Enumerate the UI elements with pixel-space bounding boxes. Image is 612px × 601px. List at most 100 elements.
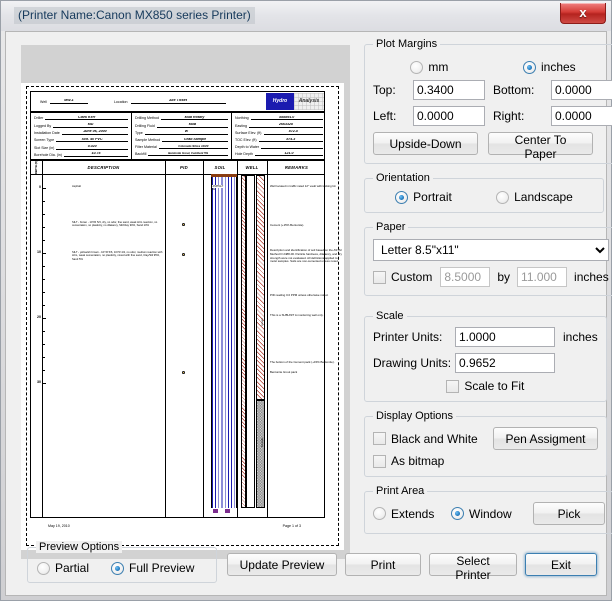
print-preview-pane[interactable]: Well MW-1 Location Ace Ticket Hydro Anal…: [15, 41, 356, 571]
bottom-margin-input[interactable]: [551, 80, 612, 100]
custom-paper-checkbox[interactable]: Custom: [373, 270, 432, 284]
top-margin-input[interactable]: [413, 80, 485, 100]
silt-layer: [211, 177, 237, 508]
info-field: Slot Size (in) 0.020: [34, 145, 128, 150]
print-button[interactable]: Print: [345, 553, 421, 576]
info-field: Northing 888891.0: [235, 116, 323, 121]
update-preview-button[interactable]: Update Preview: [227, 553, 337, 576]
checkbox-box: [373, 454, 386, 468]
label-drawing-units: Drawing Units:: [373, 356, 452, 370]
scale-group: Scale Printer Units: inches Drawing Unit…: [364, 310, 607, 402]
log-info-column-2: Drilling Method Mud Rotary Drilling Fluid…: [131, 113, 231, 161]
black-and-white-checkbox[interactable]: Black and White: [373, 432, 493, 446]
soil-label: ML: [212, 188, 216, 191]
soil-column-graphic: ASPHALT ML: [203, 174, 237, 517]
right-margin-input[interactable]: [551, 106, 612, 126]
checkbox-label: Scale to Fit: [464, 379, 525, 393]
radio-extends[interactable]: Extends: [373, 507, 451, 521]
remark-text: Description and identification of soil b…: [270, 248, 342, 264]
exit-button[interactable]: Exit: [525, 553, 597, 576]
settings-panel: Plot Margins mm inches Top: Bottom:: [364, 38, 612, 542]
plot-margins-group: Plot Margins mm inches Top: Bottom:: [364, 38, 612, 164]
label-printer-units: Printer Units:: [373, 330, 443, 344]
borehole-log-document: Well MW-1 Location Ace Ticket Hydro Anal…: [30, 91, 342, 539]
printer-units-input[interactable]: [455, 327, 555, 347]
radio-label: Window: [469, 506, 512, 521]
info-field: Sample Method Grab Sample: [135, 138, 228, 143]
custom-width-input[interactable]: [440, 267, 491, 287]
log-footer: May 19, 2010 Page 1 of 3: [30, 518, 325, 539]
radio-full-preview[interactable]: Full Preview: [111, 561, 194, 575]
radio-label: mm: [428, 60, 449, 74]
pick-button[interactable]: Pick: [533, 502, 605, 525]
orientation-legend: Orientation: [376, 172, 430, 184]
well-material-label: bentonite: [261, 437, 264, 447]
window-title: (Printer Name:Canon MX850 series Printer…: [14, 7, 255, 24]
label-right: Right:: [493, 109, 525, 123]
radio-unit-mm[interactable]: mm: [410, 60, 448, 74]
radio-dot: [496, 190, 510, 204]
radio-dot: [522, 60, 536, 74]
paper-size-select[interactable]: Letter 8.5"x11": [373, 239, 609, 261]
depth-label: 20: [37, 315, 41, 319]
display-options-legend: Display Options: [376, 410, 454, 422]
column-header-soil: SOIL: [214, 165, 226, 170]
display-options-group: Display Options Black and White Pen Assi…: [364, 410, 607, 477]
radio-dot: [451, 507, 464, 520]
center-to-paper-button[interactable]: Center To Paper: [488, 132, 593, 161]
radio-label: Partial: [55, 561, 90, 575]
log-info-box: Driller Clark Kerr Logged By MD Installati…: [30, 112, 325, 161]
well-construction-graphic: cement bentonite: [237, 174, 267, 517]
pid-reading-point: [182, 253, 185, 256]
pen-assignment-button[interactable]: Pen Assigment: [493, 427, 598, 450]
radio-window[interactable]: Window: [451, 507, 533, 521]
info-field: Borehole Dia. (in) 10.75: [34, 152, 128, 158]
info-field: Drilling Method Mud Rotary: [135, 116, 228, 121]
remark-text: This is a SUBUNIT A monitoring well only…: [270, 313, 324, 317]
radio-partial-preview[interactable]: Partial: [37, 561, 89, 575]
remark-text: Cement (+15% Bentonite).: [270, 223, 305, 227]
radio-landscape[interactable]: Landscape: [496, 190, 573, 204]
remark-text: Bentonite Grout pack: [270, 370, 298, 374]
checkbox-label: As bitmap: [391, 454, 445, 468]
log-table: DEPTH (ft) DESCRIPTION PID SOIL WELL REM…: [30, 160, 342, 518]
left-margin-input[interactable]: [413, 106, 485, 126]
preview-options-group: Preview Options Partial Full Preview: [27, 541, 217, 583]
drawing-units-input[interactable]: [455, 353, 555, 373]
company-logo: Hydro Analysis: [266, 92, 324, 110]
table-header-separator: [31, 174, 324, 175]
label-by: by: [497, 270, 511, 284]
as-bitmap-checkbox[interactable]: As bitmap: [373, 454, 444, 468]
radio-label: Extends: [391, 506, 435, 521]
column-header-pid: PID: [180, 165, 188, 170]
radio-dot: [395, 190, 409, 204]
column-header-description: DESCRIPTION: [87, 165, 120, 170]
radio-portrait[interactable]: Portrait: [395, 190, 452, 204]
close-icon[interactable]: x: [560, 3, 606, 24]
custom-height-input[interactable]: [517, 267, 568, 287]
radio-unit-inches[interactable]: inches: [522, 60, 576, 74]
info-field: Screen Type Sch. 40 PVC: [34, 138, 128, 143]
scale-to-fit-checkbox[interactable]: Scale to Fit: [446, 379, 524, 393]
info-field: Type W: [135, 130, 228, 135]
info-field: Logged By MD: [34, 123, 128, 128]
soil-sample-marker: [225, 509, 230, 513]
log-info-column-1: Driller Clark Kerr Logged By MD Installati…: [31, 113, 131, 161]
label-paper-unit: inches: [574, 270, 609, 284]
radio-dot: [373, 507, 386, 520]
footer-date: May 19, 2010: [48, 524, 70, 528]
cement-pack: cement: [256, 175, 265, 400]
preview-paper: Well MW-1 Location Ace Ticket Hydro Anal…: [21, 83, 344, 550]
info-field: Backfill Bentonite Grout, CemDent 5%: [135, 152, 228, 156]
bentonite-grout-pack: bentonite: [256, 400, 265, 508]
select-printer-button[interactable]: Select Printer: [429, 553, 517, 582]
upside-down-button[interactable]: Upside-Down: [373, 132, 478, 155]
scale-legend: Scale: [376, 310, 404, 322]
field-well: Well MW-1: [40, 99, 88, 104]
label-top: Top:: [373, 83, 396, 97]
remark-text: The bottom of the Cement pack (+15% Bent…: [270, 360, 335, 364]
print-area-group: Print Area Extends Window Pick: [364, 485, 612, 534]
remark-text: PID reading 0.0 PPM unless otherwise not…: [270, 293, 329, 297]
orientation-group: Orientation Portrait Landscape: [364, 172, 604, 213]
checkbox-box: [446, 379, 460, 393]
